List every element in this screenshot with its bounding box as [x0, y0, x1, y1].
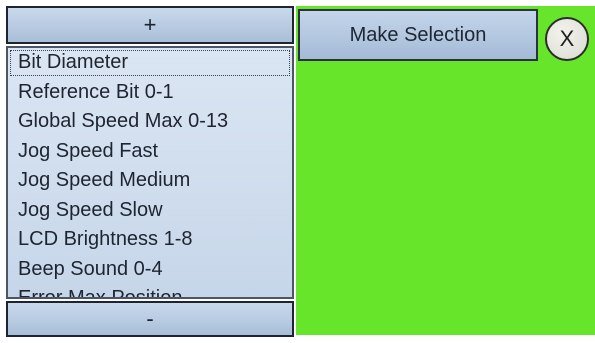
list-item-lcd-brightness[interactable]: LCD Brightness 1-8 [8, 225, 292, 255]
make-selection-label: Make Selection [349, 23, 487, 46]
list-item-jog-speed-medium[interactable]: Jog Speed Medium [8, 166, 292, 196]
list-item-jog-speed-slow[interactable]: Jog Speed Slow [8, 196, 292, 226]
list-item-jog-speed-fast[interactable]: Jog Speed Fast [8, 137, 292, 167]
settings-list[interactable]: Bit Diameter Reference Bit 0-1 Global Sp… [6, 46, 294, 299]
scroll-down-button[interactable]: - [6, 301, 294, 337]
make-selection-button[interactable]: Make Selection [298, 9, 538, 61]
device-screen: + Bit Diameter Reference Bit 0-1 Global … [0, 0, 595, 343]
close-icon: X [559, 26, 575, 51]
scroll-up-label: + [143, 12, 157, 37]
close-button[interactable]: X [545, 17, 589, 61]
scroll-down-label: - [146, 306, 154, 331]
list-item-beep-sound[interactable]: Beep Sound 0-4 [8, 255, 292, 285]
list-item-bit-diameter[interactable]: Bit Diameter [8, 48, 292, 78]
list-item-global-speed-max[interactable]: Global Speed Max 0-13 [8, 107, 292, 137]
list-item-error-max-position[interactable]: Error Max Position [8, 284, 292, 297]
list-item-reference-bit[interactable]: Reference Bit 0-1 [8, 78, 292, 108]
scroll-up-button[interactable]: + [6, 6, 294, 44]
